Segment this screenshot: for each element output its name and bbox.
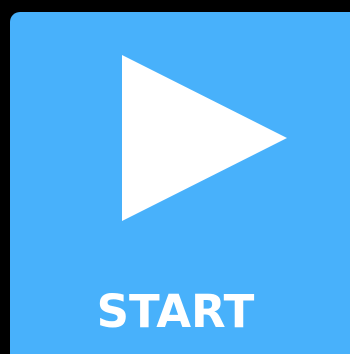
play-icon — [122, 55, 287, 221]
start-button-label: START — [96, 285, 255, 338]
start-button[interactable]: START — [10, 12, 350, 354]
